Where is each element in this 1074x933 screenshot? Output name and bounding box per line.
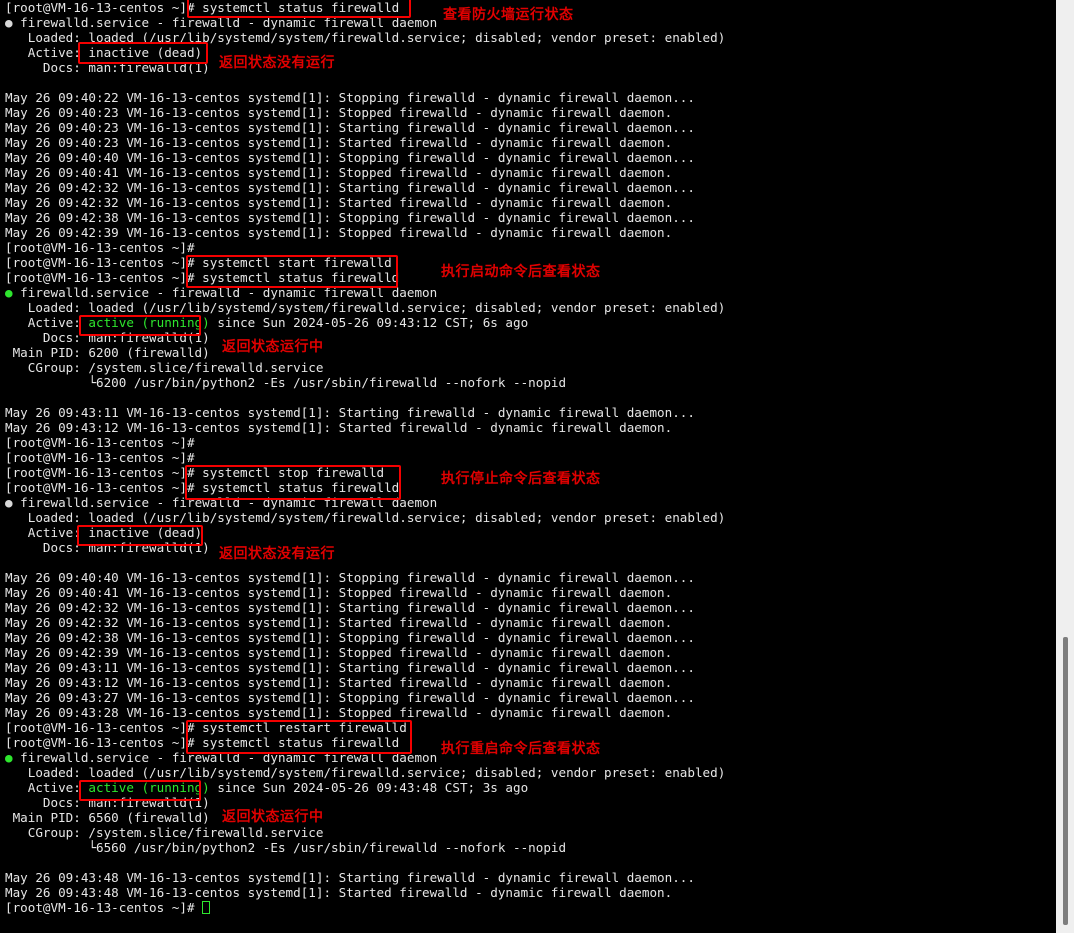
- terminal-line: May 26 09:42:32 VM-16-13-centos systemd[…: [5, 615, 673, 630]
- screen-root: [root@VM-16-13-centos ~]# systemctl stat…: [0, 0, 1074, 933]
- note-running-2: 返回状态运行中: [222, 809, 324, 825]
- terminal-line: Active: inactive (dead): [5, 525, 203, 540]
- note-after-start: 执行启动命令后查看状态: [441, 264, 601, 280]
- terminal-line: May 26 09:42:38 VM-16-13-centos systemd[…: [5, 630, 695, 645]
- terminal-line: Active: active (running) since Sun 2024-…: [0, 315, 1056, 330]
- terminal-line: May 26 09:40:23 VM-16-13-centos systemd[…: [5, 105, 673, 120]
- scrollbar-track[interactable]: [1056, 0, 1074, 933]
- active-label: Active:: [5, 780, 89, 795]
- terminal-line: └6560 /usr/bin/python2 -Es /usr/sbin/fir…: [5, 840, 567, 855]
- note-after-restart: 执行重启命令后查看状态: [441, 741, 601, 757]
- active-status-value: active (running): [88, 780, 210, 795]
- note-running-1: 返回状态运行中: [222, 339, 324, 355]
- terminal-line: ● firewalld.service - firewalld - dynami…: [0, 285, 1056, 300]
- terminal-line: May 26 09:42:32 VM-16-13-centos systemd[…: [5, 195, 673, 210]
- terminal-line: May 26 09:40:22 VM-16-13-centos systemd[…: [5, 90, 695, 105]
- service-headline-text: firewalld.service - firewalld - dynamic …: [12, 495, 438, 510]
- service-headline-text: firewalld.service - firewalld - dynamic …: [12, 15, 438, 30]
- terminal-line: [root@VM-16-13-centos ~]#: [0, 900, 1056, 915]
- terminal-line: May 26 09:42:38 VM-16-13-centos systemd[…: [5, 210, 695, 225]
- terminal-output[interactable]: [root@VM-16-13-centos ~]# systemctl stat…: [0, 0, 1056, 933]
- note-not-running-1: 返回状态没有运行: [219, 55, 335, 71]
- terminal-line-list: [root@VM-16-13-centos ~]# systemctl stat…: [0, 0, 1056, 915]
- terminal-line: Loaded: loaded (/usr/lib/systemd/system/…: [5, 510, 726, 525]
- terminal-line: Loaded: loaded (/usr/lib/systemd/system/…: [5, 300, 726, 315]
- service-active-bullet-icon: ●: [5, 750, 13, 765]
- terminal-line: May 26 09:43:11 VM-16-13-centos systemd[…: [5, 405, 695, 420]
- note-after-stop: 执行停止命令后查看状态: [441, 471, 601, 487]
- terminal-line: Docs: man:firewalld(1): [5, 60, 210, 75]
- terminal-line: May 26 09:42:32 VM-16-13-centos systemd[…: [5, 180, 695, 195]
- terminal-line: May 26 09:40:40 VM-16-13-centos systemd[…: [5, 150, 695, 165]
- terminal-line: May 26 09:42:39 VM-16-13-centos systemd[…: [5, 645, 673, 660]
- terminal-line: Main PID: 6560 (firewalld): [5, 810, 210, 825]
- terminal-line: Docs: man:firewalld(1): [5, 795, 210, 810]
- terminal-line: May 26 09:42:32 VM-16-13-centos systemd[…: [5, 600, 695, 615]
- service-headline-text: firewalld.service - firewalld - dynamic …: [12, 750, 438, 765]
- text-cursor: [202, 901, 211, 914]
- scrollbar-thumb[interactable]: [1063, 637, 1068, 925]
- active-since-text: since Sun 2024-05-26 09:43:12 CST; 6s ag…: [209, 315, 529, 330]
- terminal-line: May 26 09:40:23 VM-16-13-centos systemd[…: [5, 120, 695, 135]
- terminal-line: May 26 09:40:41 VM-16-13-centos systemd[…: [5, 585, 673, 600]
- terminal-line: [root@VM-16-13-centos ~]#: [5, 450, 203, 465]
- terminal-line: May 26 09:40:23 VM-16-13-centos systemd[…: [5, 135, 673, 150]
- terminal-line: ● firewalld.service - firewalld - dynami…: [0, 495, 1056, 510]
- service-inactive-bullet-icon: ●: [5, 15, 13, 30]
- terminal-line: May 26 09:43:12 VM-16-13-centos systemd[…: [5, 420, 673, 435]
- terminal-line: [root@VM-16-13-centos ~]#: [5, 435, 203, 450]
- terminal-line: May 26 09:43:28 VM-16-13-centos systemd[…: [5, 705, 673, 720]
- active-label: Active:: [5, 315, 89, 330]
- terminal-line: CGroup: /system.slice/firewalld.service: [5, 360, 324, 375]
- terminal-line: Loaded: loaded (/usr/lib/systemd/system/…: [5, 30, 726, 45]
- terminal-line: May 26 09:40:41 VM-16-13-centos systemd[…: [5, 165, 673, 180]
- terminal-line: Active: inactive (dead): [5, 45, 203, 60]
- terminal-line: May 26 09:43:11 VM-16-13-centos systemd[…: [5, 660, 695, 675]
- terminal-line: [root@VM-16-13-centos ~]# systemctl rest…: [5, 720, 407, 735]
- terminal-line: Docs: man:firewalld(1): [5, 540, 210, 555]
- service-inactive-bullet-icon: ●: [5, 495, 13, 510]
- shell-prompt: [root@VM-16-13-centos ~]#: [5, 900, 203, 915]
- terminal-line: May 26 09:40:40 VM-16-13-centos systemd[…: [5, 570, 695, 585]
- note-view-status: 查看防火墙运行状态: [443, 7, 574, 23]
- terminal-line: May 26 09:43:27 VM-16-13-centos systemd[…: [5, 690, 695, 705]
- terminal-line: CGroup: /system.slice/firewalld.service: [5, 825, 324, 840]
- terminal-line: May 26 09:43:48 VM-16-13-centos systemd[…: [5, 870, 695, 885]
- terminal-line: └6200 /usr/bin/python2 -Es /usr/sbin/fir…: [5, 375, 567, 390]
- terminal-line: May 26 09:43:48 VM-16-13-centos systemd[…: [5, 885, 673, 900]
- active-status-value: active (running): [88, 315, 210, 330]
- active-since-text: since Sun 2024-05-26 09:43:48 CST; 3s ag…: [209, 780, 529, 795]
- service-active-bullet-icon: ●: [5, 285, 13, 300]
- terminal-line: May 26 09:43:12 VM-16-13-centos systemd[…: [5, 675, 673, 690]
- terminal-line: Loaded: loaded (/usr/lib/systemd/system/…: [5, 765, 726, 780]
- terminal-line: Docs: man:firewalld(1): [5, 330, 210, 345]
- terminal-line: Active: active (running) since Sun 2024-…: [0, 780, 1056, 795]
- terminal-line: [root@VM-16-13-centos ~]#: [5, 240, 203, 255]
- note-not-running-2: 返回状态没有运行: [219, 546, 335, 562]
- service-headline-text: firewalld.service - firewalld - dynamic …: [12, 285, 438, 300]
- terminal-line: May 26 09:42:39 VM-16-13-centos systemd[…: [5, 225, 673, 240]
- terminal-line: Main PID: 6200 (firewalld): [5, 345, 210, 360]
